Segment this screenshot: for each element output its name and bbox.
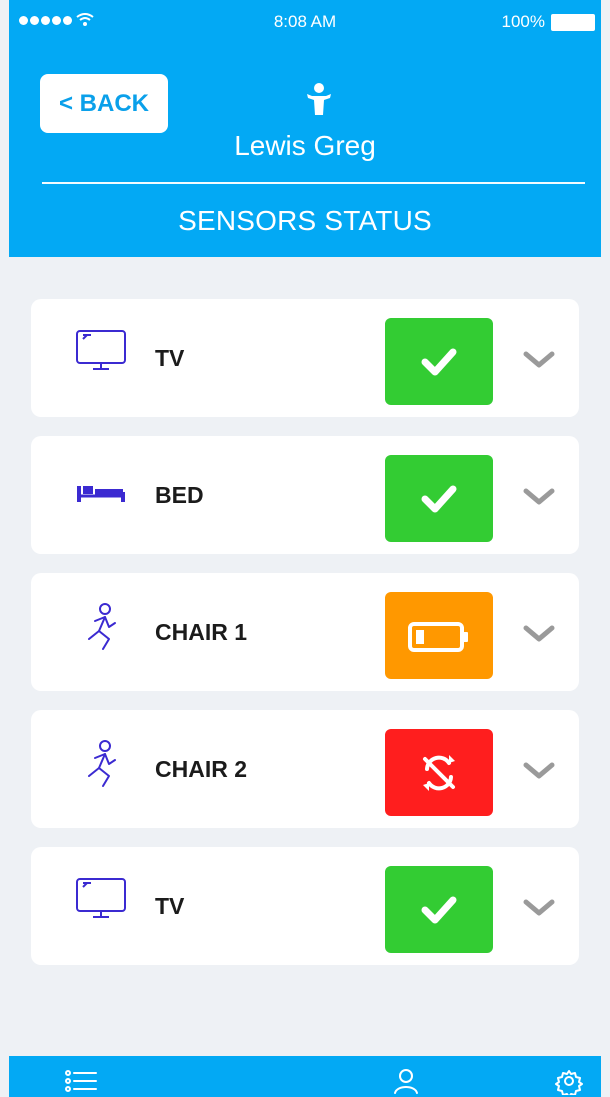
tab-list[interactable] [63,1066,99,1096]
chevron-down-icon[interactable] [519,891,559,923]
chevron-down-icon[interactable] [519,343,559,375]
sensor-card: TV [31,299,579,417]
sensor-label: TV [155,892,185,919]
settings-icon [555,1070,583,1095]
sensor-label: CHAIR 1 [155,618,248,645]
sensor-label: CHAIR 2 [155,755,248,782]
status-ok-indicator[interactable] [385,455,493,542]
sensor-card: CHAIR 2 [31,710,579,828]
sensor-label: TV [155,344,185,371]
header-divider [42,182,585,184]
running-person-icon [73,599,129,655]
running-person-icon [73,736,129,792]
tv-icon [73,325,129,381]
list-icon [65,1070,97,1092]
page-title: SENSORS STATUS [178,205,432,236]
battery-icon [551,13,595,31]
status-ok-indicator[interactable] [385,318,493,405]
chevron-down-icon[interactable] [519,754,559,786]
sensor-card: TV [31,847,579,965]
check-icon [421,896,457,923]
status-ok-indicator[interactable] [385,866,493,953]
status-low-battery-indicator[interactable] [385,592,493,679]
bottom-tab-bar [9,1056,601,1097]
battery-percent: 100% [501,12,545,31]
status-sync-off-indicator[interactable] [385,729,493,816]
back-button[interactable]: < BACK [40,74,168,133]
tab-profile[interactable] [388,1066,424,1096]
battery-low-icon [408,621,468,652]
tv-icon [73,873,129,929]
battery-status: 100% [502,12,595,32]
check-icon [421,348,457,375]
user-icon [394,1069,418,1094]
sensor-card: BED [31,436,579,554]
bed-icon [73,462,129,518]
tab-settings[interactable] [551,1066,587,1096]
sensor-label: BED [155,481,204,508]
back-button-label: < BACK [58,89,149,117]
sensor-card: CHAIR 1 [31,573,579,691]
sensor-list: TV BED CHAIR 1 CHAIR 2 TV [9,257,601,1056]
sync-off-icon [423,754,455,791]
chevron-down-icon[interactable] [519,480,559,512]
status-bar: 8:08 AM 100% [9,0,601,44]
chevron-down-icon[interactable] [519,617,559,649]
check-icon [421,485,457,512]
person-icon [306,82,332,121]
app-header: 8:08 AM 100% < BACK Lewis Greg SENSORS S… [9,0,601,257]
patient-name: Lewis Greg [234,130,376,161]
